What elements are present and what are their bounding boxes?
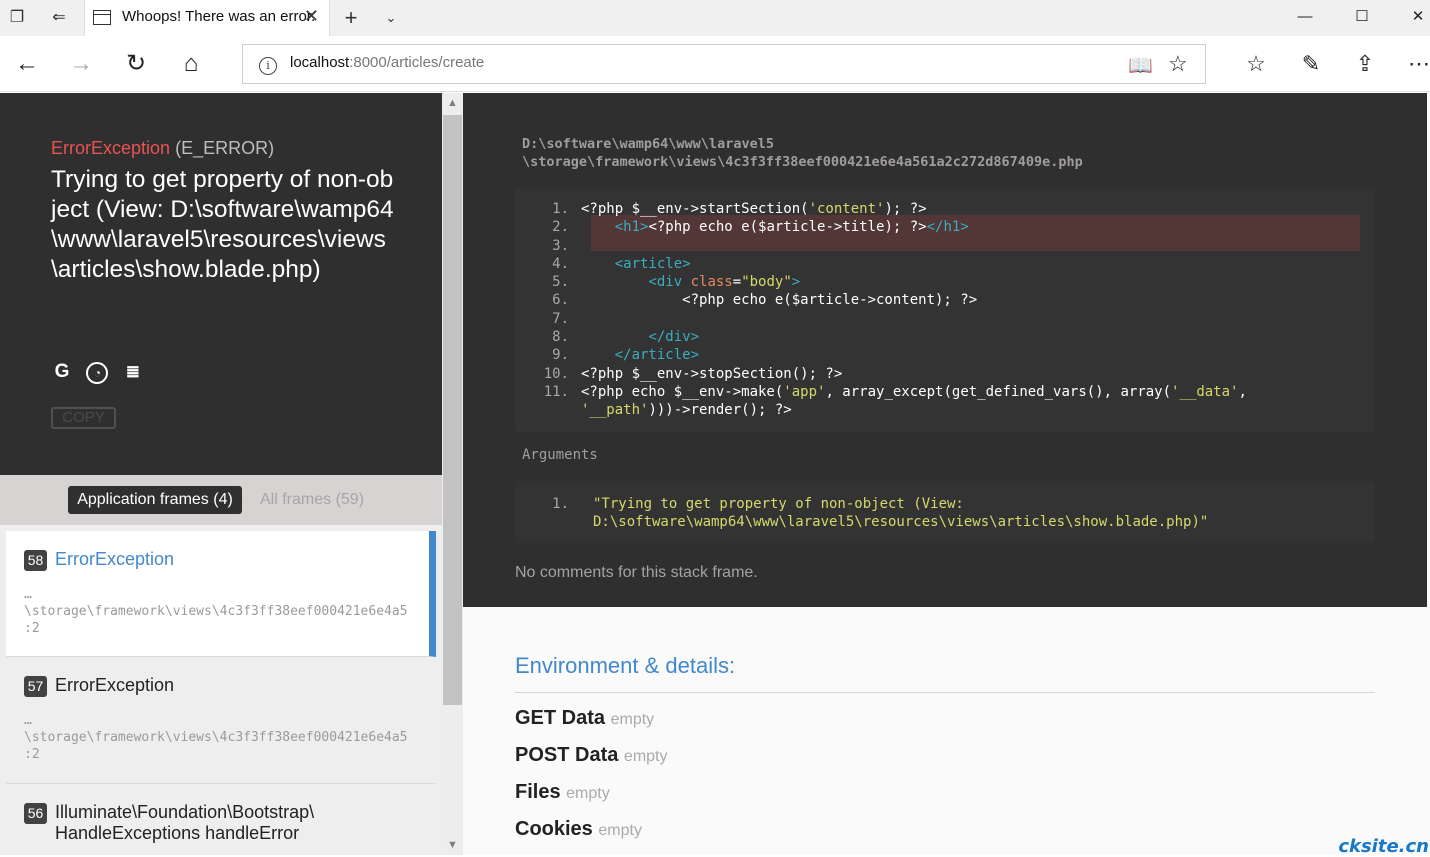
back-arrow-icon[interactable]: ←: [12, 49, 42, 79]
frames-tabs: Application frames (4) All frames (59): [0, 475, 442, 525]
right-panel: D:\software\wamp64\www\laravel5 \storage…: [463, 93, 1430, 857]
env-row-cookies: Cookies empty: [515, 818, 642, 840]
frame-class: ErrorException: [55, 549, 175, 569]
frame-index: 56: [24, 803, 47, 824]
frame-index: 58: [24, 550, 47, 571]
frame-item[interactable]: 57 ErrorException … \storage\framework\v…: [6, 657, 436, 784]
arguments-label: Arguments: [522, 447, 598, 463]
code-line: 11. <?php echo $__env->make('app', array_…: [543, 383, 1247, 400]
new-tab-icon[interactable]: +: [340, 7, 362, 29]
favorite-star-icon[interactable]: ☆: [1168, 51, 1188, 77]
search-links: G ◔ ≣: [51, 361, 153, 384]
frame-file-full-path[interactable]: D:\software\wamp64\www\laravel5 \storage…: [522, 135, 1083, 171]
scroll-down-arrow-icon[interactable]: ▼: [442, 836, 463, 854]
refresh-icon[interactable]: ↻: [121, 49, 151, 79]
share-icon[interactable]: ⇪: [1350, 50, 1380, 78]
web-note-pen-icon[interactable]: ✎: [1296, 50, 1326, 78]
code-line: '__path')))->render(); ?>: [581, 402, 792, 419]
env-row-post-data: POST Data empty: [515, 744, 668, 766]
env-row-get-data: GET Data empty: [515, 707, 655, 729]
set-aside-tabs-icon[interactable]: ⇐: [48, 7, 70, 29]
code-line: 8. </div>: [552, 329, 700, 346]
code-line: 10. <?php $__env->stopSection(); ?>: [543, 365, 843, 382]
tab-manager-icon[interactable]: ❐: [6, 7, 28, 29]
code-line: 6. <?php echo e($article->content); ?>: [552, 292, 978, 309]
exception-message: Trying to get property of non-object (Vi…: [51, 166, 394, 283]
reading-view-icon[interactable]: 📖: [1128, 53, 1153, 78]
code-line: 5. <div class="body">: [552, 274, 801, 291]
exception-class: ErrorException: [51, 138, 171, 158]
code-line: 2. <h1><?php echo e($article->title); ?>…: [552, 219, 969, 236]
argument-value: "Trying to get property of non-object (V…: [593, 496, 1209, 530]
tab-title: Whoops! There was an error.: [122, 8, 316, 25]
frames-scrollbar[interactable]: ▲ ▼: [442, 93, 463, 855]
google-icon[interactable]: G: [51, 361, 73, 383]
no-comments-text: No comments for this stack frame.: [515, 564, 758, 581]
left-panel: ErrorException (E_ERROR) Trying to get p…: [0, 93, 442, 855]
exception-type: ErrorException (E_ERROR): [51, 138, 274, 159]
divider: [515, 692, 1375, 693]
arguments-list: 1. "Trying to get property of non-object…: [515, 481, 1375, 543]
info-icon[interactable]: i: [259, 57, 277, 75]
browser-tab-bar: ❐ ⇐ Whoops! There was an error. ✕ + ⌄ — …: [0, 0, 1430, 36]
code-line: 3.: [552, 237, 569, 254]
tab-application-frames[interactable]: Application frames (4): [68, 486, 242, 514]
frame-index: 57: [24, 676, 47, 697]
code-snippet: 1. <?php $__env->startSection('content');…: [515, 188, 1375, 432]
minimize-button[interactable]: —: [1290, 5, 1320, 29]
url-text[interactable]: localhost:8000/articles/create: [290, 54, 484, 71]
favorites-hub-icon[interactable]: ☆: [1241, 50, 1271, 78]
page-icon: [93, 10, 111, 25]
watermark: cksite.cn: [1338, 836, 1429, 857]
code-line: 4. <article>: [552, 255, 691, 272]
frame-class: ErrorException: [55, 675, 175, 695]
tab-all-frames[interactable]: All frames (59): [260, 486, 364, 514]
code-line: 7.: [552, 310, 569, 327]
home-icon[interactable]: ⌂: [176, 49, 206, 79]
frame-item[interactable]: 56 Illuminate\Foundation\Bootstrap\ Hand…: [6, 784, 436, 855]
frame-file-path: … \storage\framework\views\4c3f3ff38eef0…: [24, 587, 408, 636]
code-line: 1. <?php $__env->startSection('content');…: [552, 201, 927, 217]
code-details: D:\software\wamp64\www\laravel5 \storage…: [463, 93, 1427, 607]
copy-button[interactable]: COPY: [51, 407, 116, 429]
environment-title: Environment & details:: [515, 653, 736, 678]
tab-active[interactable]: Whoops! There was an error. ✕: [84, 0, 330, 36]
whoops-page: ErrorException (E_ERROR) Trying to get p…: [0, 93, 1430, 857]
scroll-up-arrow-icon[interactable]: ▲: [442, 94, 463, 112]
env-row-files: Files empty: [515, 781, 610, 803]
forward-arrow-icon[interactable]: →: [66, 49, 96, 79]
tab-list-chevron-icon[interactable]: ⌄: [380, 7, 402, 29]
frame-file-path: … \storage\framework\views\4c3f3ff38eef0…: [24, 713, 408, 762]
code-line: 9. </article>: [552, 347, 700, 364]
close-window-button[interactable]: ✕: [1403, 5, 1430, 29]
duckduckgo-icon[interactable]: ◔: [86, 362, 109, 384]
browser-nav-bar: ← → ↻ ⌂ i localhost:8000/articles/create…: [0, 36, 1430, 92]
frame-class: Illuminate\Foundation\Bootstrap\ HandleE…: [55, 802, 315, 843]
address-bar[interactable]: i localhost:8000/articles/create 📖 ☆: [242, 44, 1206, 84]
close-tab-icon[interactable]: ✕: [304, 6, 319, 27]
more-menu-icon[interactable]: ⋯: [1404, 50, 1430, 78]
exception-code: (E_ERROR): [175, 138, 275, 158]
exception-header: ErrorException (E_ERROR) Trying to get p…: [0, 93, 442, 475]
code-lines: 1. <?php $__env->startSection('content');…: [515, 200, 1375, 420]
scrollbar-thumb[interactable]: [443, 115, 462, 705]
maximize-button[interactable]: ☐: [1347, 5, 1377, 29]
stackoverflow-icon[interactable]: ≣: [122, 361, 144, 383]
frame-item[interactable]: 58 ErrorException … \storage\framework\v…: [6, 531, 436, 657]
argument-number: 1.: [552, 496, 569, 512]
